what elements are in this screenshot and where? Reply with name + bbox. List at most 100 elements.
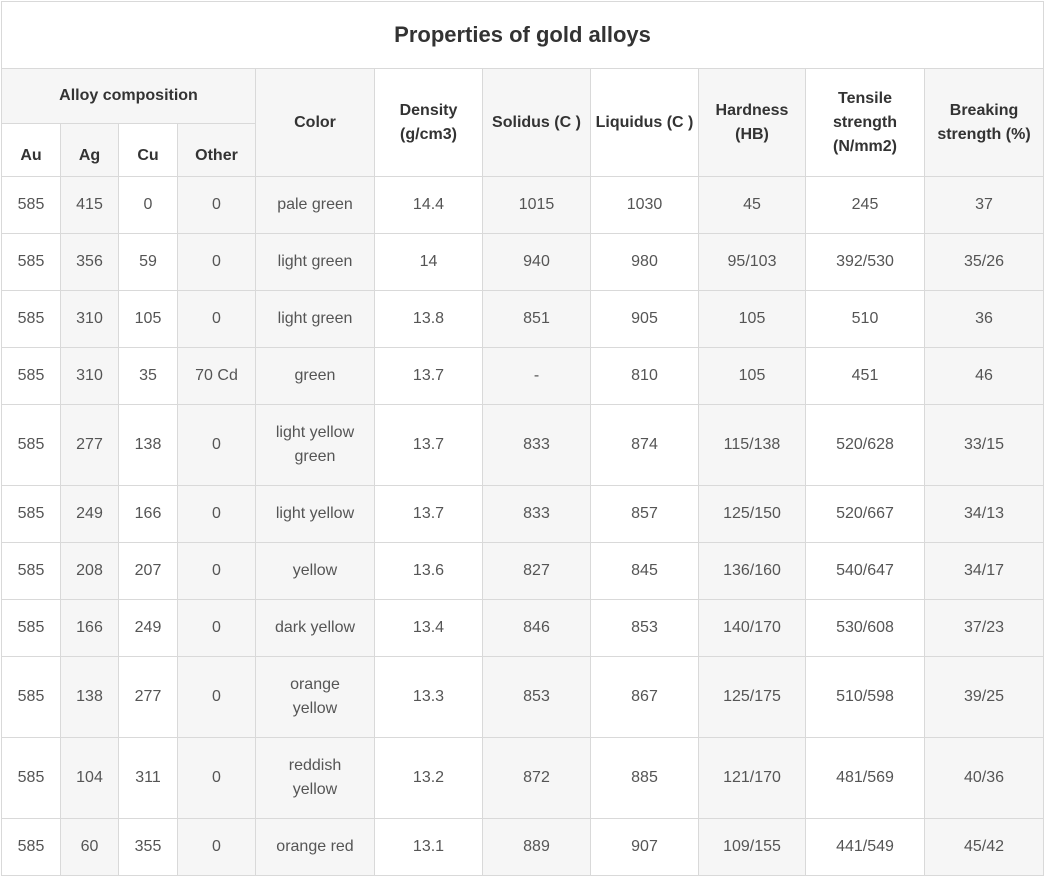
cell-other: 0	[177, 233, 256, 291]
cell-liquidus: 1030	[590, 176, 699, 234]
cell-cu: 59	[118, 233, 178, 291]
cell-liquidus: 853	[590, 599, 699, 657]
cell-breaking-strength: 35/26	[924, 233, 1044, 291]
cell-hardness: 95/103	[698, 233, 806, 291]
cell-hardness: 136/160	[698, 542, 806, 600]
cell-color: dark yellow	[255, 599, 375, 657]
cell-solidus: 940	[482, 233, 591, 291]
cell-other: 0	[177, 404, 256, 486]
cell-breaking-strength: 45/42	[924, 818, 1044, 876]
cell-liquidus: 905	[590, 290, 699, 348]
cell-density: 13.2	[374, 737, 483, 819]
cell-density: 13.4	[374, 599, 483, 657]
cell-breaking-strength: 36	[924, 290, 1044, 348]
cell-other: 0	[177, 599, 256, 657]
cell-au: 585	[1, 404, 61, 486]
cell-density: 13.1	[374, 818, 483, 876]
cell-density: 13.3	[374, 656, 483, 738]
header-other: Other	[177, 123, 256, 177]
cell-solidus: 846	[482, 599, 591, 657]
table-row: 585 277 138 0 light yellow green 13.7 833 874 11…	[1, 404, 1044, 486]
cell-solidus: 1015	[482, 176, 591, 234]
cell-au: 585	[1, 347, 61, 405]
cell-color: green	[255, 347, 375, 405]
cell-breaking-strength: 39/25	[924, 656, 1044, 738]
cell-au: 585	[1, 176, 61, 234]
cell-other: 0	[177, 818, 256, 876]
cell-cu: 311	[118, 737, 178, 819]
header-density: Density (g/cm3)	[374, 68, 483, 177]
header-color: Color	[255, 68, 375, 177]
cell-au: 585	[1, 485, 61, 543]
cell-other: 0	[177, 656, 256, 738]
header-au: Au	[1, 123, 61, 177]
cell-ag: 60	[60, 818, 119, 876]
table-row: 585 138 277 0 orange yellow 13.3 853 867 125/175…	[1, 656, 1044, 738]
cell-density: 13.7	[374, 485, 483, 543]
cell-tensile-strength: 451	[805, 347, 925, 405]
header-cu: Cu	[118, 123, 178, 177]
cell-liquidus: 874	[590, 404, 699, 486]
cell-hardness: 45	[698, 176, 806, 234]
cell-color: light green	[255, 290, 375, 348]
table-row: 585 249 166 0 light yellow 13.7 833 857 125/150 5…	[1, 485, 1044, 543]
cell-solidus: 851	[482, 290, 591, 348]
cell-other: 0	[177, 485, 256, 543]
cell-hardness: 121/170	[698, 737, 806, 819]
table-row: 585 166 249 0 dark yellow 13.4 846 853 140/170 53…	[1, 599, 1044, 657]
cell-cu: 207	[118, 542, 178, 600]
cell-color: light yellow	[255, 485, 375, 543]
cell-tensile-strength: 245	[805, 176, 925, 234]
table-row: 585 104 311 0 reddish yellow 13.2 872 885 121/17…	[1, 737, 1044, 819]
cell-density: 13.7	[374, 404, 483, 486]
cell-other: 0	[177, 290, 256, 348]
cell-au: 585	[1, 599, 61, 657]
cell-au: 585	[1, 818, 61, 876]
cell-density: 13.7	[374, 347, 483, 405]
table-body: 585 415 0 0 pale green 14.4 1015 1030 45 245 37 585…	[1, 176, 1044, 876]
cell-hardness: 125/175	[698, 656, 806, 738]
cell-cu: 0	[118, 176, 178, 234]
cell-solidus: 827	[482, 542, 591, 600]
cell-hardness: 105	[698, 347, 806, 405]
table-row: 585 60 355 0 orange red 13.1 889 907 109/155 441/…	[1, 818, 1044, 876]
cell-tensile-strength: 481/569	[805, 737, 925, 819]
cell-solidus: 833	[482, 404, 591, 486]
cell-au: 585	[1, 656, 61, 738]
cell-density: 13.6	[374, 542, 483, 600]
cell-color: pale green	[255, 176, 375, 234]
cell-cu: 277	[118, 656, 178, 738]
cell-ag: 415	[60, 176, 119, 234]
cell-breaking-strength: 34/13	[924, 485, 1044, 543]
table-row: 585 415 0 0 pale green 14.4 1015 1030 45 245 37	[1, 176, 1044, 234]
cell-solidus: 833	[482, 485, 591, 543]
cell-liquidus: 810	[590, 347, 699, 405]
gold-alloys-table: Properties of gold alloys Alloy composit…	[1, 1, 1044, 876]
page: Properties of gold alloys Alloy composit…	[0, 0, 1044, 879]
cell-breaking-strength: 37	[924, 176, 1044, 234]
header-breaking-strength: Breaking strength (%)	[924, 68, 1044, 177]
cell-tensile-strength: 520/628	[805, 404, 925, 486]
table-row: 585 310 105 0 light green 13.8 851 905 105 510 36	[1, 290, 1044, 348]
cell-color: yellow	[255, 542, 375, 600]
cell-tensile-strength: 510/598	[805, 656, 925, 738]
cell-other: 0	[177, 176, 256, 234]
cell-tensile-strength: 520/667	[805, 485, 925, 543]
cell-color: light green	[255, 233, 375, 291]
table-row: 585 208 207 0 yellow 13.6 827 845 136/160 540/647…	[1, 542, 1044, 600]
cell-tensile-strength: 441/549	[805, 818, 925, 876]
cell-ag: 310	[60, 290, 119, 348]
cell-cu: 35	[118, 347, 178, 405]
cell-cu: 138	[118, 404, 178, 486]
header-tensile-strength: Tensile strength (N/mm2)	[805, 68, 925, 177]
cell-au: 585	[1, 233, 61, 291]
cell-liquidus: 980	[590, 233, 699, 291]
table-row: 585 356 59 0 light green 14 940 980 95/103 392/53…	[1, 233, 1044, 291]
cell-au: 585	[1, 737, 61, 819]
cell-solidus: 872	[482, 737, 591, 819]
cell-density: 13.8	[374, 290, 483, 348]
cell-hardness: 140/170	[698, 599, 806, 657]
cell-hardness: 109/155	[698, 818, 806, 876]
cell-ag: 138	[60, 656, 119, 738]
cell-color: orange red	[255, 818, 375, 876]
